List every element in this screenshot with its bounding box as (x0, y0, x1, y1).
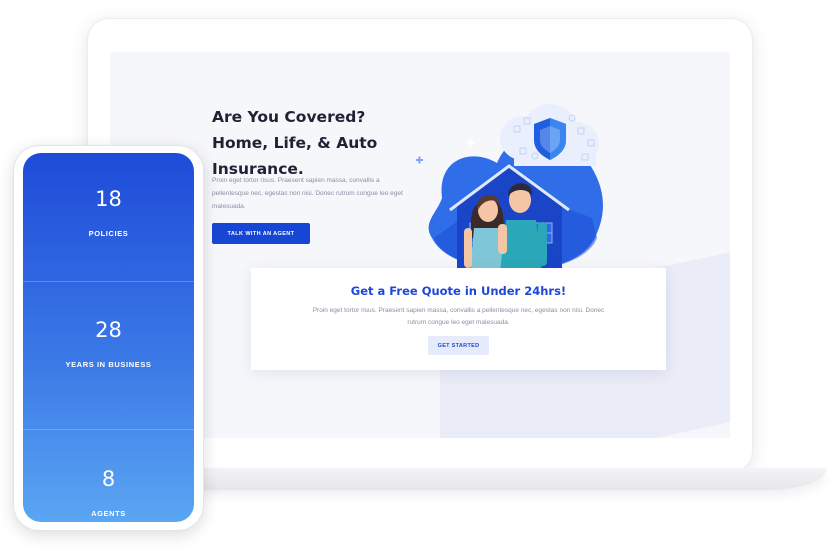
stat-divider (23, 429, 194, 430)
stat-divider (23, 281, 194, 282)
stat-number: 8 (101, 467, 116, 491)
stat-policies: 18 POLICIES (23, 187, 194, 238)
stat-years: 28 YEARS IN BUSINESS (23, 318, 194, 369)
quote-card: Get a Free Quote in Under 24hrs! Proin e… (251, 268, 666, 370)
stat-agents: 8 AGENTS (23, 467, 194, 518)
insurance-illustration (416, 104, 603, 272)
quote-description: Proin eget tortor risus. Praesent sapien… (312, 307, 605, 326)
get-started-button[interactable]: GET STARTED (428, 336, 489, 355)
talk-with-agent-button[interactable]: TALK WITH AN AGENT (212, 223, 310, 244)
stat-label: AGENTS (91, 509, 126, 518)
hero-title-line: Are You Covered? (212, 108, 366, 126)
stat-label: YEARS IN BUSINESS (65, 360, 152, 369)
hero-title: Are You Covered? Home, Life, & Auto Insu… (212, 104, 422, 182)
hero-description: Proin eget tortor risus. Praesent sapien… (212, 177, 403, 210)
laptop-base (120, 468, 826, 490)
plus-icon (467, 139, 474, 147)
quote-title: Get a Free Quote in Under 24hrs! (350, 284, 567, 298)
stat-number: 18 (95, 187, 122, 211)
plus-icon (416, 156, 423, 164)
stat-label: POLICIES (88, 229, 129, 238)
hero-title-line: Home, Life, & Auto (212, 134, 378, 152)
phone-stats-screen: 18 POLICIES 28 YEARS IN BUSINESS 8 AGENT… (23, 153, 194, 522)
stat-number: 28 (95, 318, 122, 342)
